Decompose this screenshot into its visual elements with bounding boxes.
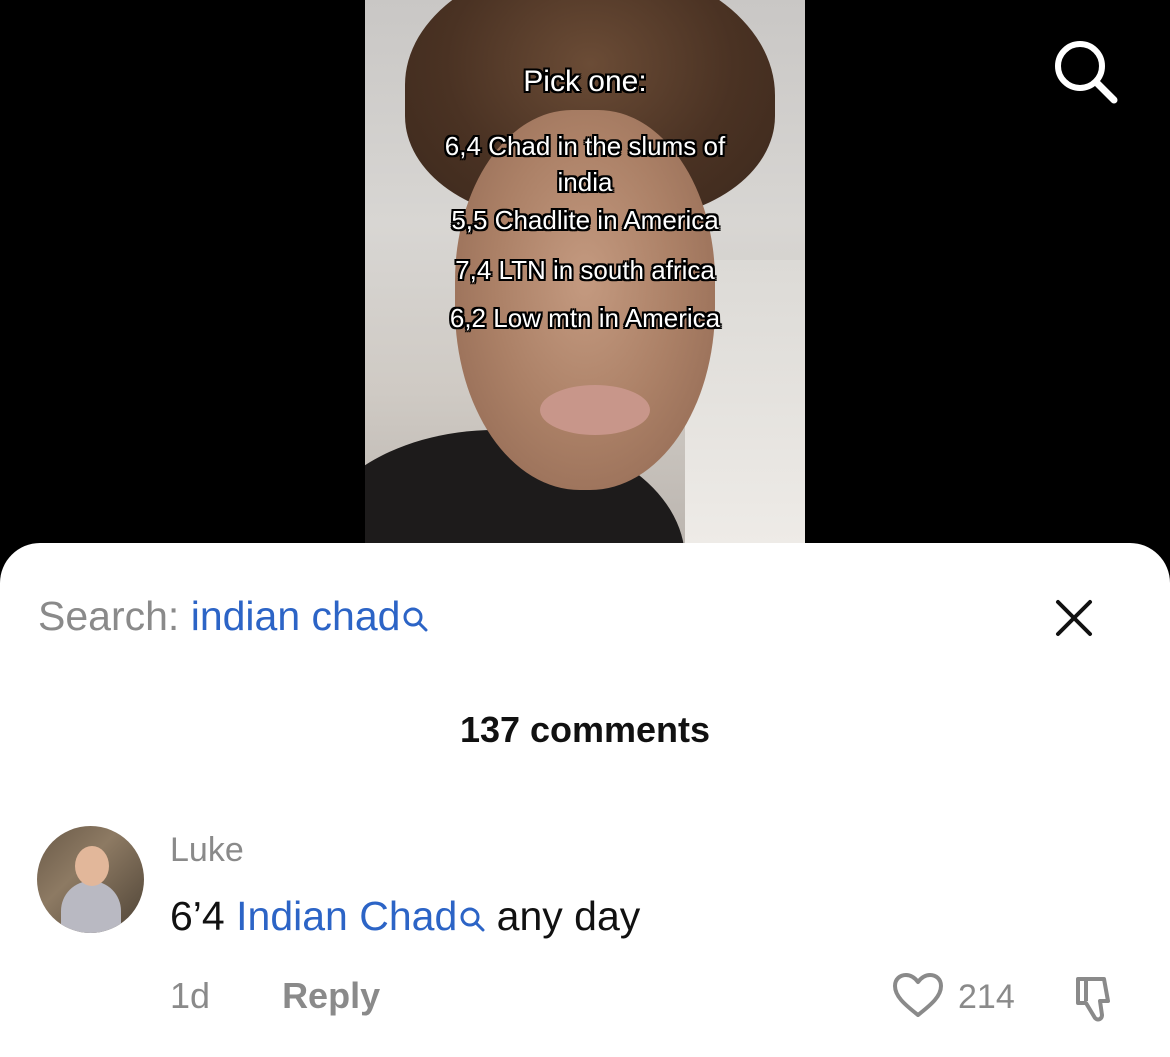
reply-button[interactable]: Reply (282, 975, 380, 1017)
comment-search-link[interactable]: Indian Chad (236, 893, 457, 939)
comment-text: 6’4 Indian Chad any day (170, 893, 640, 942)
video-subject-lips (540, 385, 650, 435)
search-term[interactable]: indian chad (191, 593, 401, 639)
comment-timestamp: 1d (170, 975, 211, 1016)
video-player[interactable]: Pick one: 6,4 Chad in the slums of india… (0, 0, 1170, 560)
avatar-figure-body (61, 881, 121, 933)
search-prefix: Search: (38, 593, 180, 639)
video-overlay-line: 6,4 Chad in the slums of india (444, 131, 726, 197)
thumbs-down-icon[interactable] (1070, 971, 1124, 1025)
comments-count: 137 comments (459, 709, 711, 750)
comment-text-start: 6’4 (170, 893, 225, 939)
video-overlay-line: 7,4 LTN in south africa (455, 255, 715, 285)
heart-outline-icon (892, 972, 944, 1023)
search-icon[interactable] (1050, 36, 1120, 106)
search-suggestion[interactable]: Search: indian chad (38, 593, 428, 642)
comments-sheet: Search: indian chad 137 comments Luke 6’… (0, 543, 1170, 1057)
avatar[interactable] (37, 826, 144, 933)
close-icon[interactable] (1052, 596, 1096, 640)
video-overlay-title: Pick one: (523, 65, 647, 98)
comment-text-end: any day (496, 893, 641, 939)
search-icon (402, 595, 428, 642)
like-count: 214 (958, 977, 1015, 1016)
comment-username[interactable]: Luke (170, 831, 244, 870)
video-frame[interactable]: Pick one: 6,4 Chad in the slums of india… (365, 0, 805, 560)
avatar-figure-face (75, 846, 109, 886)
search-icon (459, 895, 485, 942)
comment-meta: 1d Reply (170, 975, 380, 1017)
like-button[interactable]: 214 (892, 972, 1015, 1023)
video-overlay-line: 6,2 Low mtn in America (449, 303, 721, 333)
video-overlay-line: 5,5 Chadlite in America (451, 205, 719, 235)
